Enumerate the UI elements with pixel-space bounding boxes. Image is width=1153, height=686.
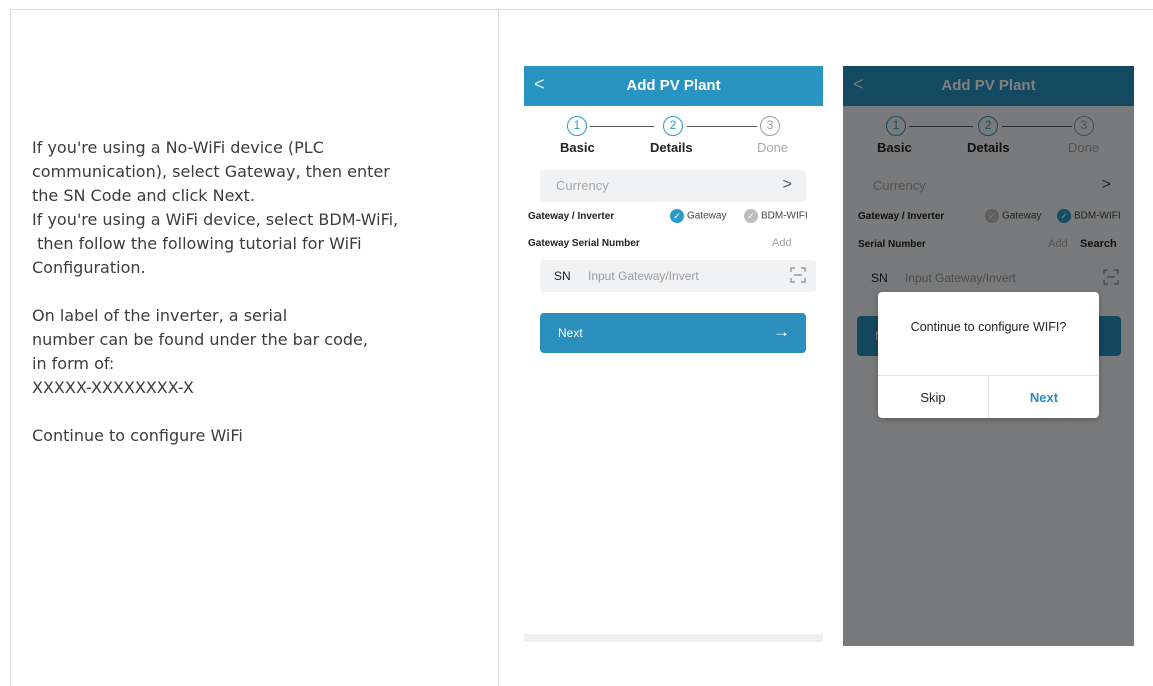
table-border-left bbox=[10, 9, 11, 686]
phone-screen-details: < Add PV Plant 1 2 3 Basic Details Done … bbox=[524, 66, 823, 642]
option-gateway-label: Gateway bbox=[687, 210, 727, 222]
next-label: Next bbox=[558, 326, 583, 340]
currency-label: Currency bbox=[556, 178, 609, 193]
scan-icon[interactable] bbox=[790, 267, 806, 283]
table-border-top bbox=[10, 9, 1153, 10]
sn-placeholder: Input Gateway/Invert bbox=[588, 269, 699, 283]
skip-button[interactable]: Skip bbox=[878, 390, 988, 405]
option-bdm-wifi[interactable]: ✓BDM-WIFI bbox=[744, 209, 808, 223]
description-line: communication), select Gateway, then ent… bbox=[32, 162, 390, 181]
tutorial-description: If you're using a No-WiFi device (PLC co… bbox=[32, 136, 482, 448]
gateway-inverter-label: Gateway / Inverter bbox=[528, 211, 615, 222]
serial-number-input[interactable]: SN Input Gateway/Invert bbox=[540, 260, 816, 292]
description-line: Configuration. bbox=[32, 258, 146, 277]
description-line: then follow the following tutorial for W… bbox=[32, 234, 362, 253]
check-circle-icon: ✓ bbox=[670, 209, 684, 223]
option-bdm-label: BDM-WIFI bbox=[761, 210, 808, 222]
phone-screen-wifi-dialog: < Add PV Plant 1 2 3 Basic Details Done … bbox=[843, 66, 1134, 646]
description-line: If you're using a No-WiFi device (PLC bbox=[32, 138, 324, 157]
step-1-circle: 1 bbox=[567, 116, 587, 136]
configure-wifi-dialog: Continue to configure WIFI? Skip Next bbox=[878, 292, 1099, 418]
serial-format: XXXXX-XXXXXXXX-X bbox=[32, 378, 194, 397]
chevron-right-icon: > bbox=[782, 176, 792, 193]
description-line: the SN Code and click Next. bbox=[32, 186, 255, 205]
step-connector bbox=[687, 126, 757, 127]
description-line: number can be found under the bar code, bbox=[32, 330, 368, 349]
bottom-bar bbox=[524, 634, 823, 642]
table-column-divider bbox=[498, 9, 499, 686]
progress-steps: 1 2 3 Basic Details Done bbox=[524, 116, 823, 156]
step-2-label: Details bbox=[650, 140, 693, 155]
currency-selector[interactable]: Currency > bbox=[540, 170, 806, 202]
description-line: If you're using a WiFi device, select BD… bbox=[32, 210, 399, 229]
option-gateway[interactable]: ✓Gateway bbox=[670, 209, 726, 223]
next-button[interactable]: Next → bbox=[540, 313, 806, 353]
add-button[interactable]: Add bbox=[772, 237, 792, 249]
step-3-label: Done bbox=[757, 140, 789, 155]
dialog-message: Continue to configure WIFI? bbox=[910, 320, 1067, 334]
check-circle-icon: ✓ bbox=[744, 209, 758, 223]
step-2-circle: 2 bbox=[663, 116, 683, 136]
arrow-right-icon: → bbox=[773, 322, 790, 341]
title-bar: < Add PV Plant bbox=[524, 66, 823, 106]
step-connector bbox=[590, 126, 654, 127]
description-line: On label of the inverter, a serial bbox=[32, 306, 288, 325]
description-line: in form of: bbox=[32, 354, 115, 373]
description-line: Continue to configure WiFi bbox=[32, 426, 243, 445]
step-3-circle: 3 bbox=[760, 116, 780, 136]
serial-number-label: Gateway Serial Number bbox=[528, 238, 640, 249]
page-title: Add PV Plant bbox=[626, 77, 721, 94]
dialog-next-button[interactable]: Next bbox=[989, 390, 1099, 405]
sn-prefix: SN bbox=[554, 269, 571, 283]
step-1-label: Basic bbox=[560, 140, 595, 155]
